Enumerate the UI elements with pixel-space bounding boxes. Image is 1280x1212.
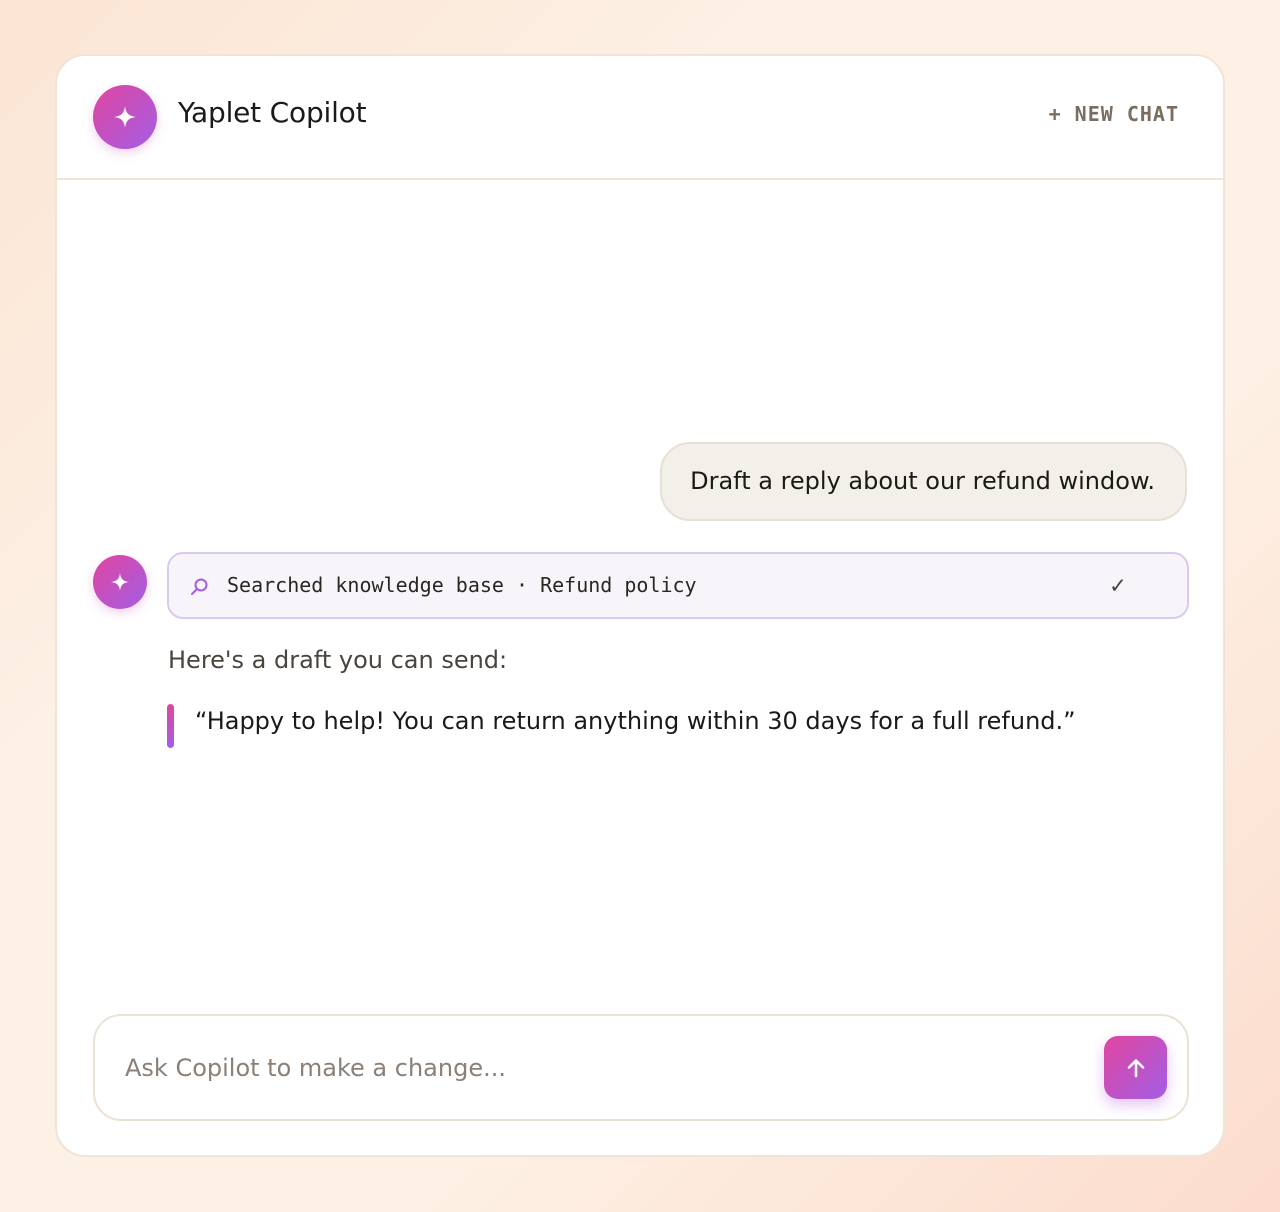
assistant-draft-quote: “Happy to help! You can return anything … — [195, 707, 1076, 735]
arrow-up-icon — [1127, 1058, 1144, 1077]
app-title: Yaplet Copilot — [178, 96, 367, 129]
checkmark-icon: ✓ — [1110, 571, 1125, 599]
sparkle-icon — [114, 106, 136, 128]
user-message-text: Draft a reply about our refund window. — [690, 467, 1155, 495]
tool-call-card[interactable]: Searched knowledge base · Refund policy … — [167, 552, 1189, 619]
chat-header: Yaplet Copilot + NEW CHAT — [57, 56, 1223, 180]
message-composer — [93, 1014, 1189, 1121]
quote-accent-bar — [167, 704, 174, 748]
user-message-bubble: Draft a reply about our refund window. — [660, 442, 1187, 521]
sparkle-icon — [111, 573, 129, 591]
tool-call-text: Searched knowledge base · Refund policy — [227, 573, 697, 597]
assistant-intro-text: Here's a draft you can send: — [168, 646, 508, 674]
copilot-panel: Yaplet Copilot + NEW CHAT Draft a reply … — [55, 54, 1225, 1157]
search-icon — [191, 578, 208, 595]
assistant-avatar — [93, 555, 147, 609]
message-input[interactable] — [125, 1048, 1085, 1088]
send-button[interactable] — [1104, 1036, 1167, 1099]
new-chat-button[interactable]: + NEW CHAT — [1049, 102, 1179, 126]
copilot-avatar — [93, 85, 157, 149]
